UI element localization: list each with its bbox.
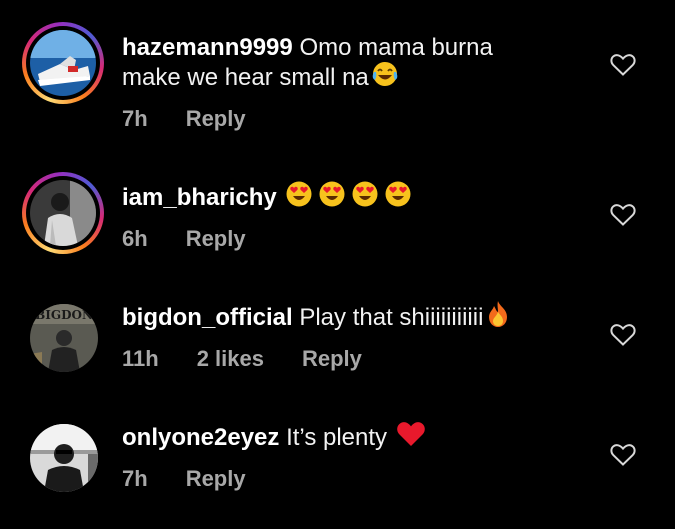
avatar-story-ring[interactable] <box>22 22 104 104</box>
avatar-story-ring[interactable] <box>22 172 104 254</box>
reply-button[interactable]: Reply <box>186 106 246 131</box>
avatar-image <box>30 424 98 492</box>
comment-text-line: onlyone2eyez It’s plenty <box>122 420 426 459</box>
avatar[interactable]: BIGDON <box>30 304 98 372</box>
comment-meta: 6h Reply <box>122 226 284 252</box>
tears-of-joy-emoji-icon <box>371 60 399 99</box>
comment-meta: 7h Reply <box>122 466 284 492</box>
comment-username[interactable]: iam_bharichy <box>122 184 277 211</box>
comment-text-line: make we hear small na <box>122 60 399 99</box>
like-heart-icon[interactable] <box>610 323 636 347</box>
avatar-logo-text: BIGDON <box>35 308 93 322</box>
comment-username[interactable]: hazemann9999 <box>122 34 293 61</box>
comment-username[interactable]: bigdon_official <box>122 304 293 331</box>
comment-meta: 11h 2 likes Reply <box>122 346 400 372</box>
comment-username[interactable]: onlyone2eyez <box>122 424 279 451</box>
comment-time: 7h <box>122 106 148 131</box>
like-heart-icon[interactable] <box>610 443 636 467</box>
avatar <box>30 30 96 96</box>
reply-button[interactable]: Reply <box>302 346 362 371</box>
avatar-image <box>30 180 96 246</box>
comment-time: 6h <box>122 226 148 251</box>
comment-text: It’s plenty <box>286 424 388 451</box>
avatar-image: BIGDON <box>30 304 98 372</box>
reply-button[interactable]: Reply <box>186 466 246 491</box>
comment-text: make we hear small na <box>122 64 369 91</box>
like-heart-icon[interactable] <box>610 53 636 77</box>
comment-text-line: bigdon_official Play that shiiiiiiiiiii <box>122 300 511 339</box>
reply-button[interactable]: Reply <box>186 226 246 251</box>
comment-meta: 7h Reply <box>122 106 284 132</box>
avatar[interactable] <box>30 424 98 492</box>
fire-emoji-icon <box>485 300 511 339</box>
heart-eyes-emoji-icon <box>285 180 413 219</box>
comment-text-line: iam_bharichy <box>122 180 413 219</box>
comment-time: 7h <box>122 466 148 491</box>
avatar <box>30 180 96 246</box>
red-heart-emoji-icon <box>396 420 426 459</box>
comment-text: Omo mama burna <box>299 34 493 61</box>
comment-text: Play that shiiiiiiiiiii <box>299 304 484 331</box>
like-heart-icon[interactable] <box>610 203 636 227</box>
comment-likes-count[interactable]: 2 likes <box>197 346 264 371</box>
avatar-image <box>30 30 96 96</box>
comment-time: 11h <box>122 346 159 371</box>
